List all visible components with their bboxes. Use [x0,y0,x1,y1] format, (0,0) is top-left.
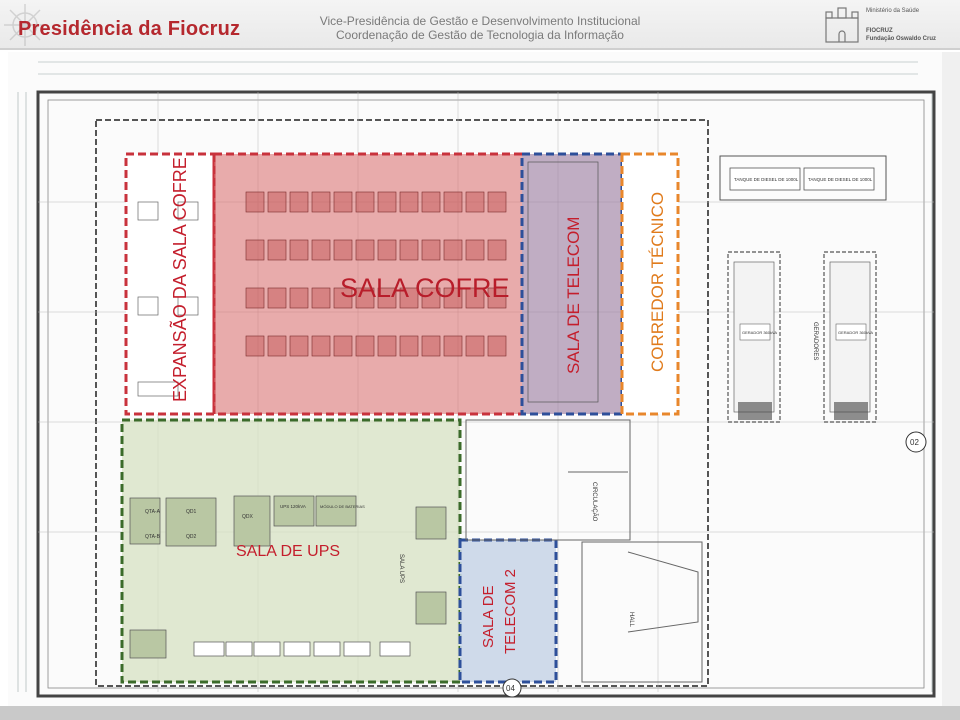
bottom-bar [0,706,960,720]
subtitle-line-1: Vice-Presidência de Gestão e Desenvolvim… [319,14,641,28]
right-margin [942,52,960,706]
rack-unit [355,239,375,261]
rack-unit [267,287,287,309]
rack-unit [267,335,287,357]
fiocruz-name: FIOCRUZ [866,28,893,34]
rack-unit [377,239,397,261]
rack-unit [311,287,331,309]
rack-unit [465,191,485,213]
hall-label: HALL [628,612,634,628]
rack-unit [465,335,485,357]
rack-unit [333,335,353,357]
geradores-label: GERADORES [812,322,818,360]
rack-unit [267,239,287,261]
rack-unit [289,239,309,261]
fiocruz-fullname: Fundação Oswaldo Cruz [866,36,937,42]
qta-b-label: QTA-B [145,534,161,540]
rack-unit [267,191,287,213]
qd2-label: QD2 [186,534,197,540]
rack-unit [399,239,419,261]
rack-unit [355,191,375,213]
rack-unit [465,239,485,261]
rack-unit [333,191,353,213]
rack-unit [487,191,507,213]
rack-unit [245,191,265,213]
rack-unit [289,191,309,213]
rack-unit [443,335,463,357]
rack-unit [421,335,441,357]
rack-unit [289,335,309,357]
tank-2-label: TANQUE DE DIESEL DE 1000L [808,177,873,182]
header-bar: Presidência da Fiocruz Vice-Presidência … [0,0,960,50]
rack-unit [487,239,507,261]
rack-unit [311,239,331,261]
qta-a-label: QTA-A [145,509,161,515]
generator-1 [727,251,781,423]
rack-unit [399,191,419,213]
rack-unit [289,287,309,309]
subtitle-line-2: Coordenação de Gestão de Tecnologia da I… [336,28,624,42]
rack-unit [421,239,441,261]
castle-logo-icon [825,7,859,43]
floor-plan: QTA-A QTA-B QD1 QD2 QDX UPS 120kVA MÓDUL… [8,52,942,708]
sheet-02-label: 02 [910,438,919,447]
rack-unit [399,335,419,357]
rack-unit [245,287,265,309]
ups-box-label: UPS 120kVA [280,504,306,509]
rack-unit [377,191,397,213]
label-sala-cofre: SALA COFRE [340,273,510,303]
rack-unit [311,191,331,213]
sheet-04-label: 04 [506,684,515,693]
rack-unit [333,239,353,261]
label-expansao: EXPANSÃO DA SALA COFRE [170,157,190,402]
sala-ups-small-label: SALA UPS [398,554,404,583]
generator-2 [823,251,877,423]
rack-unit [421,191,441,213]
tank-1-label: TANQUE DE DIESEL DE 1000L [734,177,799,182]
rack-unit [443,191,463,213]
rack-unit [245,335,265,357]
rack-unit [487,335,507,357]
modulo-label: MÓDULO DE BATERIAS [320,504,365,509]
rack-unit [377,335,397,357]
circulacao-label: CIRCULAÇÃO [591,482,598,522]
label-corredor: CORREDOR TÉCNICO [648,191,667,372]
label-sala-telecom: SALA DE TELECOM [564,216,583,374]
gerador-1-label: GERADOR 360kVA [742,330,777,335]
label-sala-telecom-2-line2: TELECOM 2 [502,568,519,654]
qdx-label: QDX [242,514,254,520]
label-sala-ups: SALA DE UPS [236,543,341,560]
rack-unit [311,335,331,357]
rack-unit [245,239,265,261]
floor-plan-drawing: QTA-A QTA-B QD1 QD2 QDX UPS 120kVA MÓDUL… [17,61,936,698]
ministry-logo: Ministério da Saúde FIOCRUZ Fundação Osw… [822,2,952,46]
rack-unit [443,239,463,261]
gerador-2-label: GERADOR 360kVA [838,330,873,335]
ministry-name: Ministério da Saúde [866,8,920,14]
qd1-label: QD1 [186,509,197,515]
rack-unit [355,335,375,357]
label-sala-telecom-2-line1: SALA DE [480,585,497,648]
